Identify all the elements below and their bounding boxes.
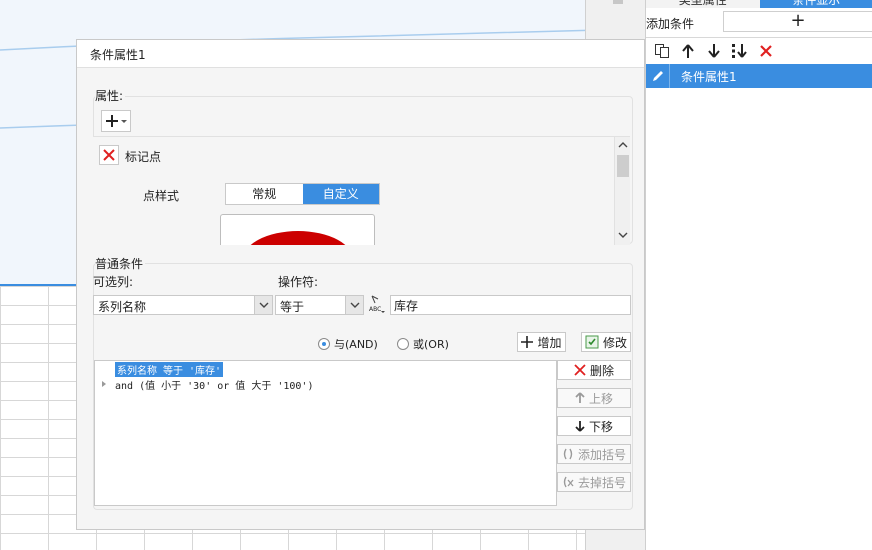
marker-red-dot <box>242 231 354 245</box>
scroll-down-icon[interactable] <box>617 229 629 241</box>
plus-icon <box>521 336 534 348</box>
condition-properties-dialog: 条件属性1 属性: 标记点 点样式 常规 自定义 普通条件 可选列: 操作符: … <box>76 39 645 530</box>
scroll-up-icon[interactable] <box>617 139 629 151</box>
condition-group-label: 普通条件 <box>95 255 146 272</box>
remove-marker-button[interactable] <box>99 145 119 165</box>
condition-display-panel: 类型属性 条件显示 添加条件 + 条件属性1 <box>645 0 872 550</box>
remove-bracket-icon <box>563 476 574 488</box>
edit-pencil-icon <box>646 64 670 88</box>
chevron-down-icon <box>254 296 272 314</box>
move-down-button[interactable]: 下移 <box>557 416 631 436</box>
logic-and-label: 与(AND) <box>334 338 378 351</box>
properties-scrollbar[interactable] <box>614 137 630 245</box>
marker-property-label: 标记点 <box>125 150 162 164</box>
arrow-up-icon <box>575 392 585 403</box>
bracket-icon <box>563 448 573 460</box>
arrow-down-icon[interactable] <box>704 41 724 61</box>
condition-toolbar <box>652 41 776 61</box>
marker-preview[interactable] <box>220 214 375 245</box>
condition-value-input[interactable] <box>390 295 631 315</box>
column-label: 可选列: <box>93 275 134 289</box>
add-condition-entry-button[interactable]: 增加 <box>517 332 566 352</box>
arrow-down-icon <box>575 421 585 432</box>
remove-bracket-label: 去掉括号 <box>577 475 626 490</box>
point-style-toggle: 常规 自定义 <box>225 183 380 205</box>
delete-button-label: 删除 <box>589 363 614 378</box>
arrow-up-icon[interactable] <box>678 41 698 61</box>
move-down-label: 下移 <box>588 419 613 434</box>
remove-bracket-button[interactable]: 去掉括号 <box>557 472 631 492</box>
value-type-abc-icon[interactable]: ABC <box>367 294 387 314</box>
add-bracket-button[interactable]: 添加括号 <box>557 444 631 464</box>
expand-arrow-icon[interactable] <box>102 381 106 387</box>
condition-list[interactable]: 系列名称 等于 '库存' and (值 小于 '30' or 值 大于 '100… <box>94 360 557 506</box>
logic-or-label: 或(OR) <box>413 338 449 351</box>
column-select-value: 系列名称 <box>98 300 147 314</box>
radio-circle <box>397 338 409 350</box>
operator-label: 操作符: <box>278 275 319 289</box>
operator-select-value: 等于 <box>280 300 305 314</box>
radio-circle-selected <box>318 338 330 350</box>
add-condition-button[interactable]: + <box>723 11 872 32</box>
add-condition-label: 添加条件 <box>646 17 695 31</box>
column-select[interactable]: 系列名称 <box>93 295 273 315</box>
point-style-normal[interactable]: 常规 <box>226 184 303 204</box>
tab-type-properties[interactable]: 类型属性 <box>646 0 760 8</box>
condition-row[interactable]: and (值 小于 '30' or 值 大于 '100') <box>115 377 313 392</box>
condition-value-field[interactable] <box>391 296 630 314</box>
modify-button-label: 修改 <box>602 335 627 350</box>
delete-condition-button[interactable]: 删除 <box>557 360 631 380</box>
properties-group-label: 属性: <box>95 87 126 104</box>
condition-item-label: 条件属性1 <box>681 70 737 84</box>
add-bracket-label: 添加括号 <box>577 447 626 462</box>
panel-tabs: 类型属性 条件显示 <box>646 0 872 8</box>
move-up-label: 上移 <box>588 391 613 406</box>
modify-condition-button[interactable]: 修改 <box>581 332 631 352</box>
chevron-down-icon <box>345 296 363 314</box>
condition-row[interactable]: 系列名称 等于 '库存' <box>115 362 224 377</box>
add-condition-row: 添加条件 + <box>646 10 872 34</box>
delete-x-icon <box>574 364 586 376</box>
operator-select[interactable]: 等于 <box>275 295 364 315</box>
divider <box>646 37 872 38</box>
properties-scroll-area[interactable]: 标记点 点样式 常规 自定义 <box>93 136 630 245</box>
move-up-button[interactable]: 上移 <box>557 388 631 408</box>
move-to-bottom-icon[interactable] <box>730 41 750 61</box>
svg-text:ABC: ABC <box>369 306 381 313</box>
point-style-custom[interactable]: 自定义 <box>302 184 379 204</box>
logic-or-radio[interactable]: 或(OR) <box>397 336 449 352</box>
delete-x-icon[interactable] <box>756 41 776 61</box>
add-button-label: 增加 <box>537 335 562 350</box>
condition-list-item[interactable]: 条件属性1 <box>646 64 872 88</box>
tab-condition-display[interactable]: 条件显示 <box>759 0 872 8</box>
copy-icon[interactable] <box>652 41 672 61</box>
point-style-label: 点样式 <box>143 189 180 203</box>
dialog-title: 条件属性1 <box>90 48 146 62</box>
dialog-title-bar: 条件属性1 <box>77 40 644 68</box>
scroll-thumb[interactable] <box>617 155 629 177</box>
logic-and-radio[interactable]: 与(AND) <box>318 336 378 352</box>
modify-icon <box>585 335 599 349</box>
add-property-button[interactable] <box>101 110 131 132</box>
